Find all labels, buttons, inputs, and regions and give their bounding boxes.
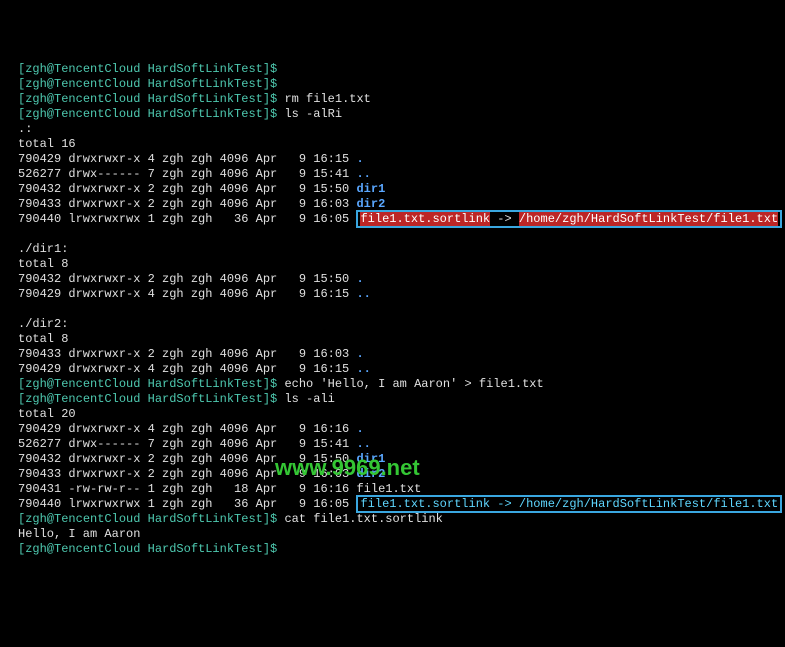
parent-dir: ..: [356, 437, 370, 451]
symlink-name: file1.txt.sortlink: [360, 212, 490, 226]
cat-output: Hello, I am Aaron: [18, 527, 785, 542]
current-dir: .: [356, 347, 363, 361]
ls-total: total 16: [18, 137, 785, 152]
symlink-name: file1.txt.sortlink: [360, 497, 490, 511]
ls-section-header: ./dir2:: [18, 317, 785, 332]
ls-total: total 8: [18, 257, 785, 272]
symlink-target: /home/zgh/HardSoftLinkTest/file1.txt: [519, 497, 778, 511]
dir-name: dir1: [356, 452, 385, 466]
parent-dir: ..: [356, 287, 370, 301]
ls-row: 790429 drwxrwxr-x 4 zgh zgh 4096 Apr 9 1…: [18, 287, 785, 302]
ls-row: 526277 drwx------ 7 zgh zgh 4096 Apr 9 1…: [18, 167, 785, 182]
prompt-line[interactable]: [zgh@TencentCloud HardSoftLinkTest]$ ech…: [18, 377, 785, 392]
file-name: file1.txt: [356, 482, 421, 496]
ls-section-header: ./dir1:: [18, 242, 785, 257]
prompt-line[interactable]: [zgh@TencentCloud HardSoftLinkTest]$ ls …: [18, 107, 785, 122]
prompt-line[interactable]: [zgh@TencentCloud HardSoftLinkTest]$ rm …: [18, 92, 785, 107]
prompt-line[interactable]: [zgh@TencentCloud HardSoftLinkTest]$: [18, 542, 785, 557]
ls-row: 790433 drwxrwxr-x 2 zgh zgh 4096 Apr 9 1…: [18, 347, 785, 362]
ls-row: 790429 drwxrwxr-x 4 zgh zgh 4096 Apr 9 1…: [18, 362, 785, 377]
prompt-line[interactable]: [zgh@TencentCloud HardSoftLinkTest]$: [18, 62, 785, 77]
ls-row: 790432 drwxrwxr-x 2 zgh zgh 4096 Apr 9 1…: [18, 182, 785, 197]
blank-line: [18, 302, 785, 317]
terminal-output[interactable]: [zgh@TencentCloud HardSoftLinkTest]$ [zg…: [18, 62, 785, 557]
current-dir: .: [356, 422, 363, 436]
current-dir: .: [356, 152, 363, 166]
dir-name: dir2: [356, 197, 385, 211]
dir-name: dir1: [356, 182, 385, 196]
prompt-line[interactable]: [zgh@TencentCloud HardSoftLinkTest]$ ls …: [18, 392, 785, 407]
ls-section-header: .:: [18, 122, 785, 137]
dir-name: dir2: [356, 467, 385, 481]
ls-row: 790429 drwxrwxr-x 4 zgh zgh 4096 Apr 9 1…: [18, 152, 785, 167]
ls-row: 526277 drwx------ 7 zgh zgh 4096 Apr 9 1…: [18, 437, 785, 452]
parent-dir: ..: [356, 167, 370, 181]
ls-row: 790429 drwxrwxr-x 4 zgh zgh 4096 Apr 9 1…: [18, 422, 785, 437]
ls-row-symlink: 790440 lrwxrwxrwx 1 zgh zgh 36 Apr 9 16:…: [18, 497, 785, 512]
prompt-line[interactable]: [zgh@TencentCloud HardSoftLinkTest]$: [18, 77, 785, 92]
blank-line: [18, 227, 785, 242]
symlink-target: /home/zgh/HardSoftLinkTest/file1.txt: [519, 212, 778, 226]
parent-dir: ..: [356, 362, 370, 376]
ls-row-symlink-broken: 790440 lrwxrwxrwx 1 zgh zgh 36 Apr 9 16:…: [18, 212, 785, 227]
ls-total: total 20: [18, 407, 785, 422]
ls-total: total 8: [18, 332, 785, 347]
prompt-line[interactable]: [zgh@TencentCloud HardSoftLinkTest]$ cat…: [18, 512, 785, 527]
current-dir: .: [356, 272, 363, 286]
ls-row: 790432 drwxrwxr-x 2 zgh zgh 4096 Apr 9 1…: [18, 452, 785, 467]
ls-row: 790433 drwxrwxr-x 2 zgh zgh 4096 Apr 9 1…: [18, 467, 785, 482]
ls-row: 790432 drwxrwxr-x 2 zgh zgh 4096 Apr 9 1…: [18, 272, 785, 287]
